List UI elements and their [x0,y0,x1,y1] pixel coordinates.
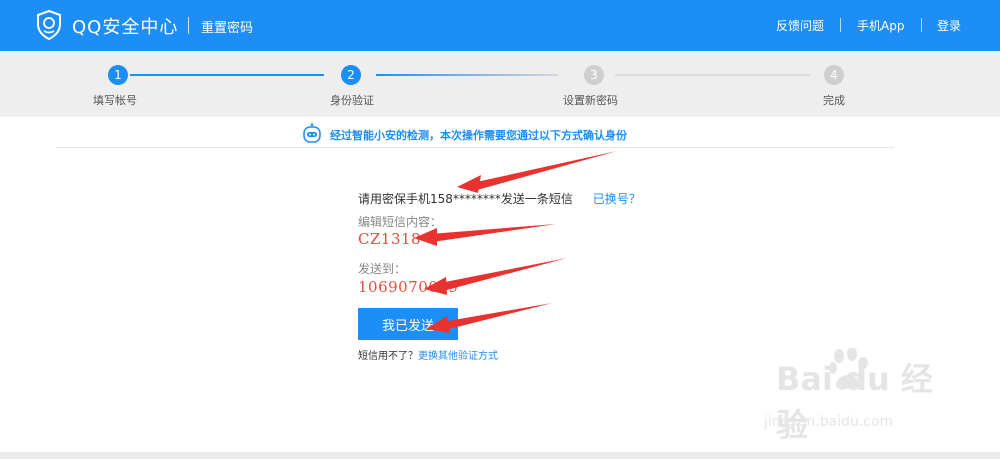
step-4-label: 完成 [823,94,845,107]
step-1-indicator: 1 [108,65,128,85]
nav-separator [840,18,841,32]
i-have-sent-button[interactable]: 我已发送 [358,308,458,340]
step-4-indicator: 4 [824,65,844,85]
step-connector [130,74,324,76]
sms-content-label: 编辑短信内容： [358,215,443,229]
sms-instruction: 请用密保手机158********发送一条短信 已换号？ [358,190,641,207]
alternative-method-hint: 短信用不了？更换其他验证方式 [358,347,498,362]
step-2-indicator: 2 [341,65,361,85]
watermark-url: jingyan.baidu.com [764,414,894,430]
brand-title[interactable]: QQ安全中心 [72,13,178,39]
top-header: QQ安全中心 重置密码 反馈问题 手机App 登录 [0,0,1000,51]
step-connector [376,74,558,76]
other-verification-link[interactable]: 更换其他验证方式 [418,351,498,362]
step-connector [615,74,810,76]
step-3-indicator: 3 [584,65,604,85]
sms-content-value: CZ1318 [358,230,422,248]
step-1-label: 填写帐号 [93,94,137,107]
watermark-brand: Bai du 经验 [776,360,933,444]
page-subtitle: 重置密码 [201,21,254,36]
mobile-app-link[interactable]: 手机App [857,17,904,34]
changed-number-link[interactable]: 已换号？ [593,192,641,206]
step-2-label: 身份验证 [330,94,374,107]
header-divider [188,17,189,34]
progress-steps: 1 2 3 4 填写帐号 身份验证 设置新密码 完成 [0,51,1000,117]
send-to-label: 发送到： [358,262,407,276]
feedback-link[interactable]: 反馈问题 [776,17,824,34]
step-3-label: 设置新密码 [563,94,618,107]
baidu-jingyan-watermark: Bai du 经验 jingyan.baidu.com [740,348,960,444]
annotation-arrow [457,151,617,193]
footer-bar [0,452,1000,459]
sms-instruction-text: 请用密保手机158********发送一条短信 [358,192,573,206]
nav-separator [921,18,922,32]
login-link[interactable]: 登录 [937,17,961,34]
notice-divider [56,147,894,148]
identity-notice: 经过智能小安的检测，本次操作需要您通过以下方式确认身份 [330,129,627,142]
send-to-number: 1069070069 [358,278,459,296]
robot-assistant-icon [303,123,321,143]
alternative-method-prefix: 短信用不了？ [358,351,418,362]
qq-security-shield-icon [37,10,61,40]
